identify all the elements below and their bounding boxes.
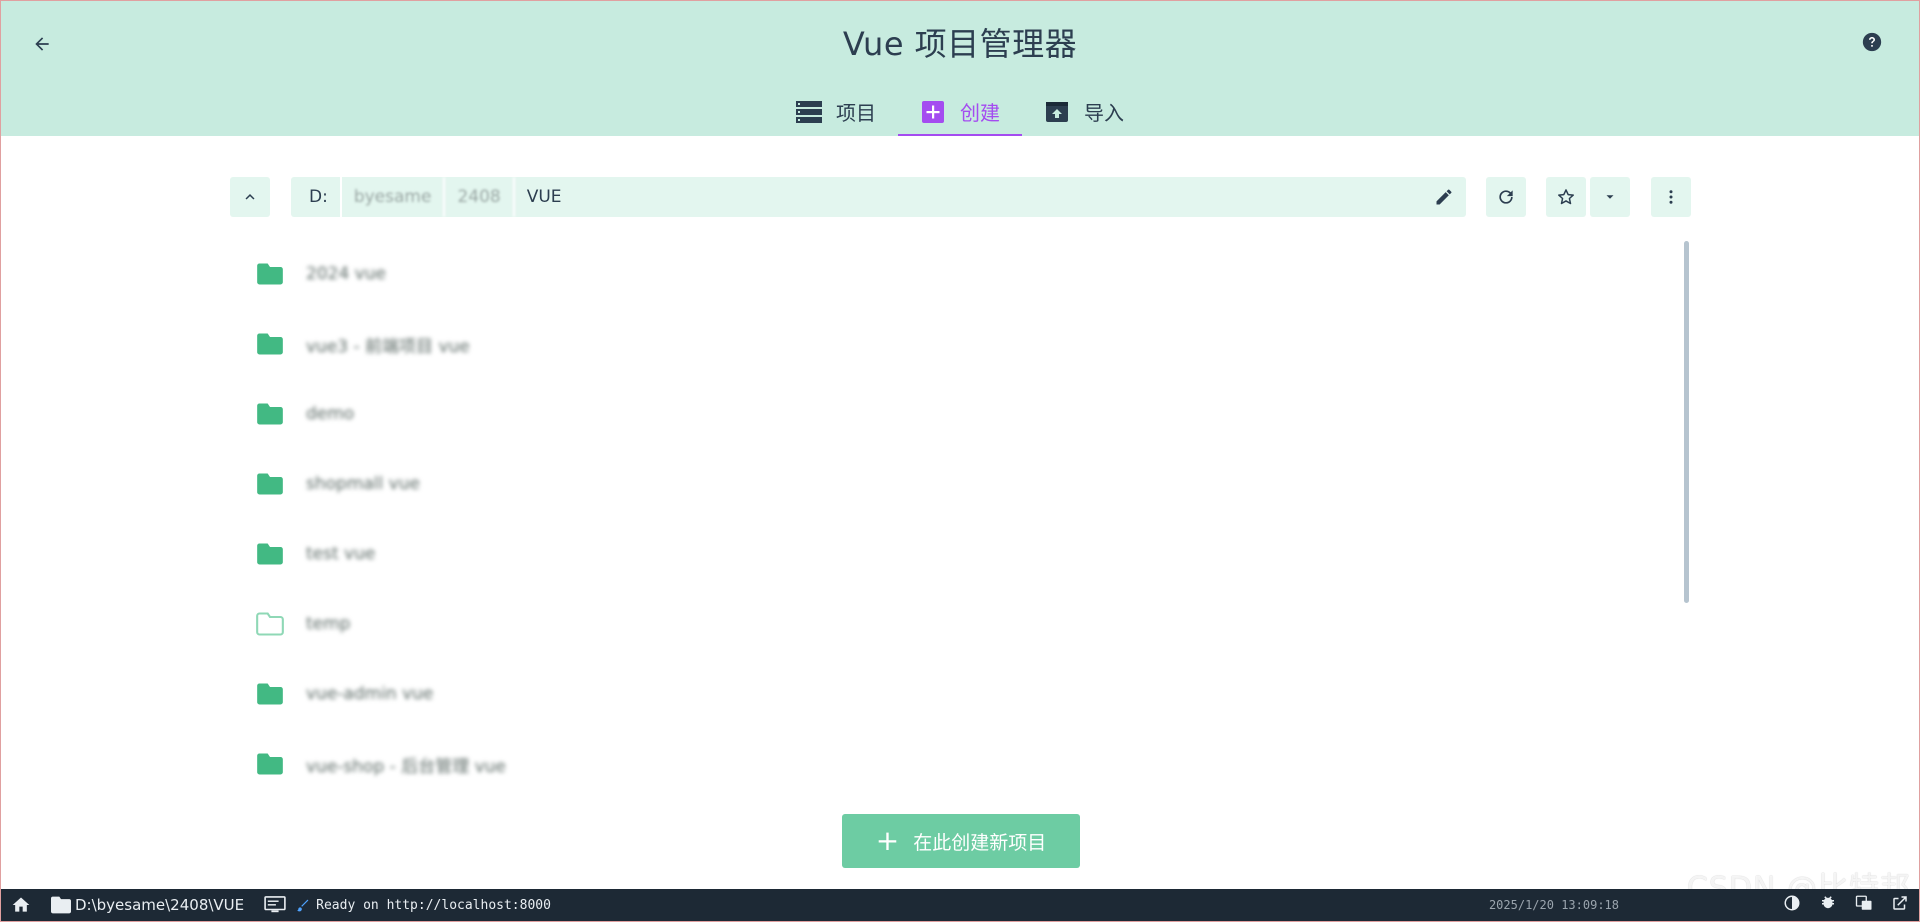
favorite-button[interactable] — [1546, 177, 1586, 217]
create-project-here-button[interactable]: + 在此创建新项目 — [842, 814, 1080, 868]
folder-name: vue-shop - 后台管理 vue — [306, 756, 506, 777]
caret-down-icon — [1606, 195, 1614, 199]
folder-name: test vue — [306, 544, 376, 564]
folder-name: 2024 vue — [306, 264, 386, 284]
bug-report-button[interactable] — [1819, 894, 1837, 916]
header: Vue 项目管理器 项目 创建 导入 — [1, 1, 1919, 136]
add-box-icon — [920, 99, 946, 125]
translate-button[interactable] — [1855, 894, 1873, 916]
edit-path-button[interactable] — [1432, 185, 1456, 209]
tab-bar: 项目 创建 导入 — [1, 87, 1919, 136]
status-bar: D:\byesame\2408\VUE Ready on http://loca… — [1, 889, 1919, 921]
path-breadcrumb: D: byesame 2408 VUE — [291, 177, 1466, 217]
pencil-icon — [1436, 189, 1452, 205]
folder-item[interactable]: vue3 - 前端项目 vue — [230, 309, 1680, 379]
console-icon — [264, 896, 286, 913]
folder-name: vue3 - 前端项目 vue — [306, 336, 470, 357]
tab-projects-label: 项目 — [836, 101, 876, 125]
favorites-dropdown-button[interactable] — [1590, 177, 1630, 217]
folder-name: vue-admin vue — [306, 684, 434, 704]
dark-mode-toggle[interactable] — [1783, 894, 1801, 916]
folder-up-button[interactable] — [230, 177, 270, 217]
more-vert-icon — [1669, 190, 1673, 204]
tab-projects[interactable]: 项目 — [774, 87, 898, 136]
current-folder-button[interactable]: D:\byesame\2408\VUE — [41, 889, 254, 921]
vue-project-manager-window: Vue 项目管理器 项目 创建 导入 D: byesame 2408 VUE 2… — [0, 0, 1920, 922]
folder-icon — [257, 753, 283, 775]
create-project-here-label: 在此创建新项目 — [913, 831, 1047, 854]
brush-icon — [296, 898, 310, 912]
folder-icon — [257, 543, 283, 565]
refresh-icon — [1499, 190, 1513, 204]
folder-icon — [257, 263, 283, 285]
path-segment[interactable]: 2408 — [445, 177, 515, 217]
folder-item[interactable]: vue-admin vue — [230, 659, 1680, 729]
current-path-text: D:\byesame\2408\VUE — [75, 896, 245, 914]
tab-create[interactable]: 创建 — [898, 87, 1022, 136]
folder-item[interactable]: vue-shop - 后台管理 vue — [230, 729, 1680, 799]
folder-icon — [51, 896, 71, 914]
tab-create-label: 创建 — [960, 101, 1000, 125]
path-segment-current[interactable]: VUE — [515, 177, 574, 217]
folder-item[interactable]: shopmall vue — [230, 449, 1680, 519]
folder-outline-icon — [256, 612, 284, 636]
path-segment[interactable]: byesame — [342, 177, 446, 217]
folder-icon — [257, 683, 283, 705]
folder-item[interactable]: test vue — [230, 519, 1680, 589]
folder-item[interactable]: demo — [230, 379, 1680, 449]
folder-item[interactable]: 2024 vue — [230, 239, 1680, 309]
home-button[interactable] — [1, 889, 41, 921]
page-title: Vue 项目管理器 — [842, 25, 1078, 63]
tab-import-label: 导入 — [1084, 101, 1124, 125]
contrast-icon — [1784, 895, 1800, 911]
help-button[interactable] — [1859, 29, 1885, 55]
plus-icon: + — [875, 824, 900, 857]
folder-name: demo — [306, 404, 355, 424]
help-icon — [1862, 32, 1882, 52]
path-segment-drive[interactable]: D: — [297, 177, 342, 217]
chevron-up-icon — [245, 194, 255, 200]
log-message: Ready on http://localhost:8000 — [316, 897, 551, 913]
external-link-icon — [1893, 896, 1907, 910]
folder-item[interactable]: temp — [230, 589, 1680, 659]
home-icon — [12, 897, 30, 912]
folder-list-scrollbar[interactable] — [1684, 241, 1689, 603]
refresh-button[interactable] — [1486, 177, 1526, 217]
folder-list: 2024 vue vue3 - 前端项目 vue demo shopmall vue t… — [230, 239, 1680, 799]
console-log-button[interactable]: Ready on http://localhost:8000 — [254, 889, 561, 921]
bug-icon — [1822, 896, 1834, 909]
folder-icon — [257, 403, 283, 425]
folder-name: shopmall vue — [306, 474, 420, 494]
tab-import[interactable]: 导入 — [1022, 87, 1146, 136]
star-outline-icon — [1558, 189, 1574, 205]
more-options-button[interactable] — [1651, 177, 1691, 217]
status-actions — [1783, 889, 1909, 921]
folder-icon — [257, 473, 283, 495]
path-bar: D: byesame 2408 VUE — [230, 177, 1691, 217]
folder-name: temp — [306, 614, 351, 634]
import-icon — [1044, 99, 1070, 125]
open-external-button[interactable] — [1891, 894, 1909, 916]
folder-icon — [257, 333, 283, 355]
translate-icon — [1855, 895, 1872, 910]
status-timestamp: 2025/1/20 13:09:18 — [1488, 898, 1619, 912]
list-icon — [796, 99, 822, 125]
